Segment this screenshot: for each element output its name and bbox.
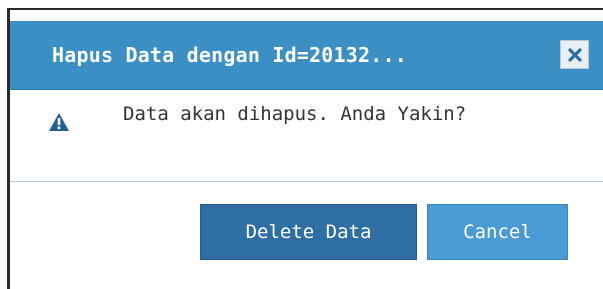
close-icon [567, 47, 582, 62]
delete-data-button[interactable]: Delete Data [200, 204, 417, 260]
dialog-title: Hapus Data dengan Id=20132... [52, 43, 407, 67]
page: Hapus Data dengan Id=20132... Data akan … [0, 0, 603, 289]
close-button[interactable] [560, 40, 589, 69]
cancel-button[interactable]: Cancel [427, 204, 568, 260]
warning-icon [49, 113, 69, 131]
dialog-body: Data akan dihapus. Anda Yakin? [10, 89, 603, 189]
footer-divider [10, 181, 603, 182]
delete-confirm-dialog: Hapus Data dengan Id=20132... Data akan … [10, 10, 603, 289]
dialog-message: Data akan dihapus. Anda Yakin? [123, 103, 467, 125]
dialog-titlebar[interactable]: Hapus Data dengan Id=20132... [10, 21, 603, 90]
